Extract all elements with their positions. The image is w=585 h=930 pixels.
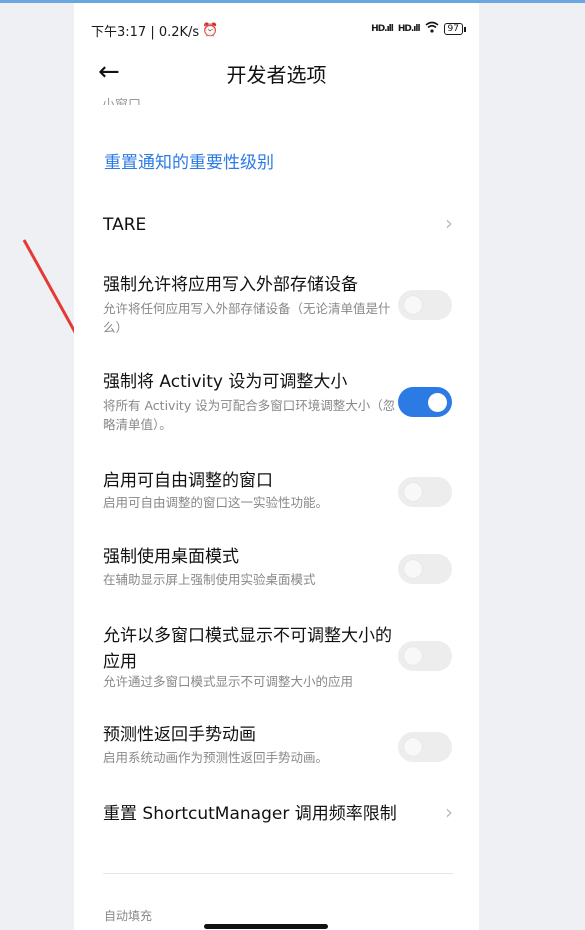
list-item-reset-shortcutmanager[interactable]: 重置 ShortcutManager 调用频率限制 › xyxy=(74,800,479,846)
reset-notification-importance-link[interactable]: 重置通知的重要性级别 xyxy=(104,148,274,173)
toggle-switch[interactable] xyxy=(398,387,452,417)
toggle-switch[interactable] xyxy=(398,732,452,762)
toggle-knob xyxy=(404,483,422,501)
battery-indicator: 97 xyxy=(443,23,467,35)
item-title: 强制允许将应用写入外部存储设备 xyxy=(103,275,358,295)
toggle-knob xyxy=(404,560,422,578)
toggle-switch[interactable] xyxy=(398,554,452,584)
toggle-knob xyxy=(404,647,422,665)
item-title: 允许以多窗口模式显示不可调整大小的应用 xyxy=(103,626,392,672)
phone-screen: 下午3:17 | 0.2K/s ⏰ HD.ıll HD.ıll 97 ← 开发者… xyxy=(74,3,479,930)
app-header: ← 开发者选项 xyxy=(74,55,479,95)
section-header-autofill: 自动填充 xyxy=(104,909,153,923)
signal-icon-2: HD.ıll xyxy=(397,24,421,34)
item-description: 启用可自由调整的窗口这一实验性功能。 xyxy=(103,495,329,510)
toggle-knob xyxy=(428,392,447,412)
list-item-freeform-windows[interactable]: 启用可自由调整的窗口 启用可自由调整的窗口这一实验性功能。 xyxy=(74,469,479,519)
section-divider xyxy=(103,873,453,874)
item-title: 预测性返回手势动画 xyxy=(103,725,256,745)
chevron-right-icon: › xyxy=(445,211,453,235)
item-title: TARE xyxy=(103,215,147,235)
status-time: 下午3:17 | 0.2K/s xyxy=(91,25,200,40)
list-item-predictive-back[interactable]: 预测性返回手势动画 启用系统动画作为预测性返回手势动画。 xyxy=(74,723,479,773)
item-description: 允许通过多窗口模式显示不可调整大小的应用 xyxy=(103,674,354,689)
list-item-non-resizable-multiwindow[interactable]: 允许以多窗口模式显示不可调整大小的应用 允许通过多窗口模式显示不可调整大小的应用 xyxy=(74,623,479,695)
toggle-knob xyxy=(404,738,422,756)
list-item-tare[interactable]: TARE › xyxy=(74,211,479,255)
home-indicator[interactable] xyxy=(204,924,328,929)
item-title: 启用可自由调整的窗口 xyxy=(103,471,273,491)
item-description: 允许将任何应用写入外部存储设备（无论清单值是什么） xyxy=(103,301,391,335)
wifi-icon xyxy=(425,21,439,37)
item-title: 强制使用桌面模式 xyxy=(103,547,239,567)
toggle-switch[interactable] xyxy=(398,290,452,320)
signal-icon: HD.ıll xyxy=(371,24,394,34)
status-bar: 下午3:17 | 0.2K/s ⏰ HD.ıll HD.ıll 97 xyxy=(74,17,479,41)
list-item-force-desktop-mode[interactable]: 强制使用桌面模式 在辅助显示屏上强制使用实验桌面模式 xyxy=(74,545,479,595)
page-title: 开发者选项 xyxy=(226,63,327,87)
item-title: 强制将 Activity 设为可调整大小 xyxy=(103,372,348,392)
item-title: 重置 ShortcutManager 调用频率限制 xyxy=(103,804,397,824)
chevron-right-icon: › xyxy=(445,800,453,824)
item-description: 在辅助显示屏上强制使用实验桌面模式 xyxy=(103,572,316,587)
toggle-switch[interactable] xyxy=(398,641,452,671)
list-item-force-resizable-activity[interactable]: 强制将 Activity 设为可调整大小 将所有 Activity 设为可配合多… xyxy=(74,370,479,440)
toggle-knob xyxy=(404,296,422,314)
item-description: 将所有 Activity 设为可配合多窗口环境调整大小（忽略清单值）。 xyxy=(103,398,396,432)
alarm-icon: ⏰ xyxy=(202,23,219,38)
item-description: 启用系统动画作为预测性返回手势动画。 xyxy=(103,750,329,765)
list-item-force-external-storage[interactable]: 强制允许将应用写入外部存储设备 允许将任何应用写入外部存储设备（无论清单值是什么… xyxy=(74,273,479,343)
toggle-switch[interactable] xyxy=(398,477,452,507)
partial-list-item: 小窗口 xyxy=(102,93,141,105)
